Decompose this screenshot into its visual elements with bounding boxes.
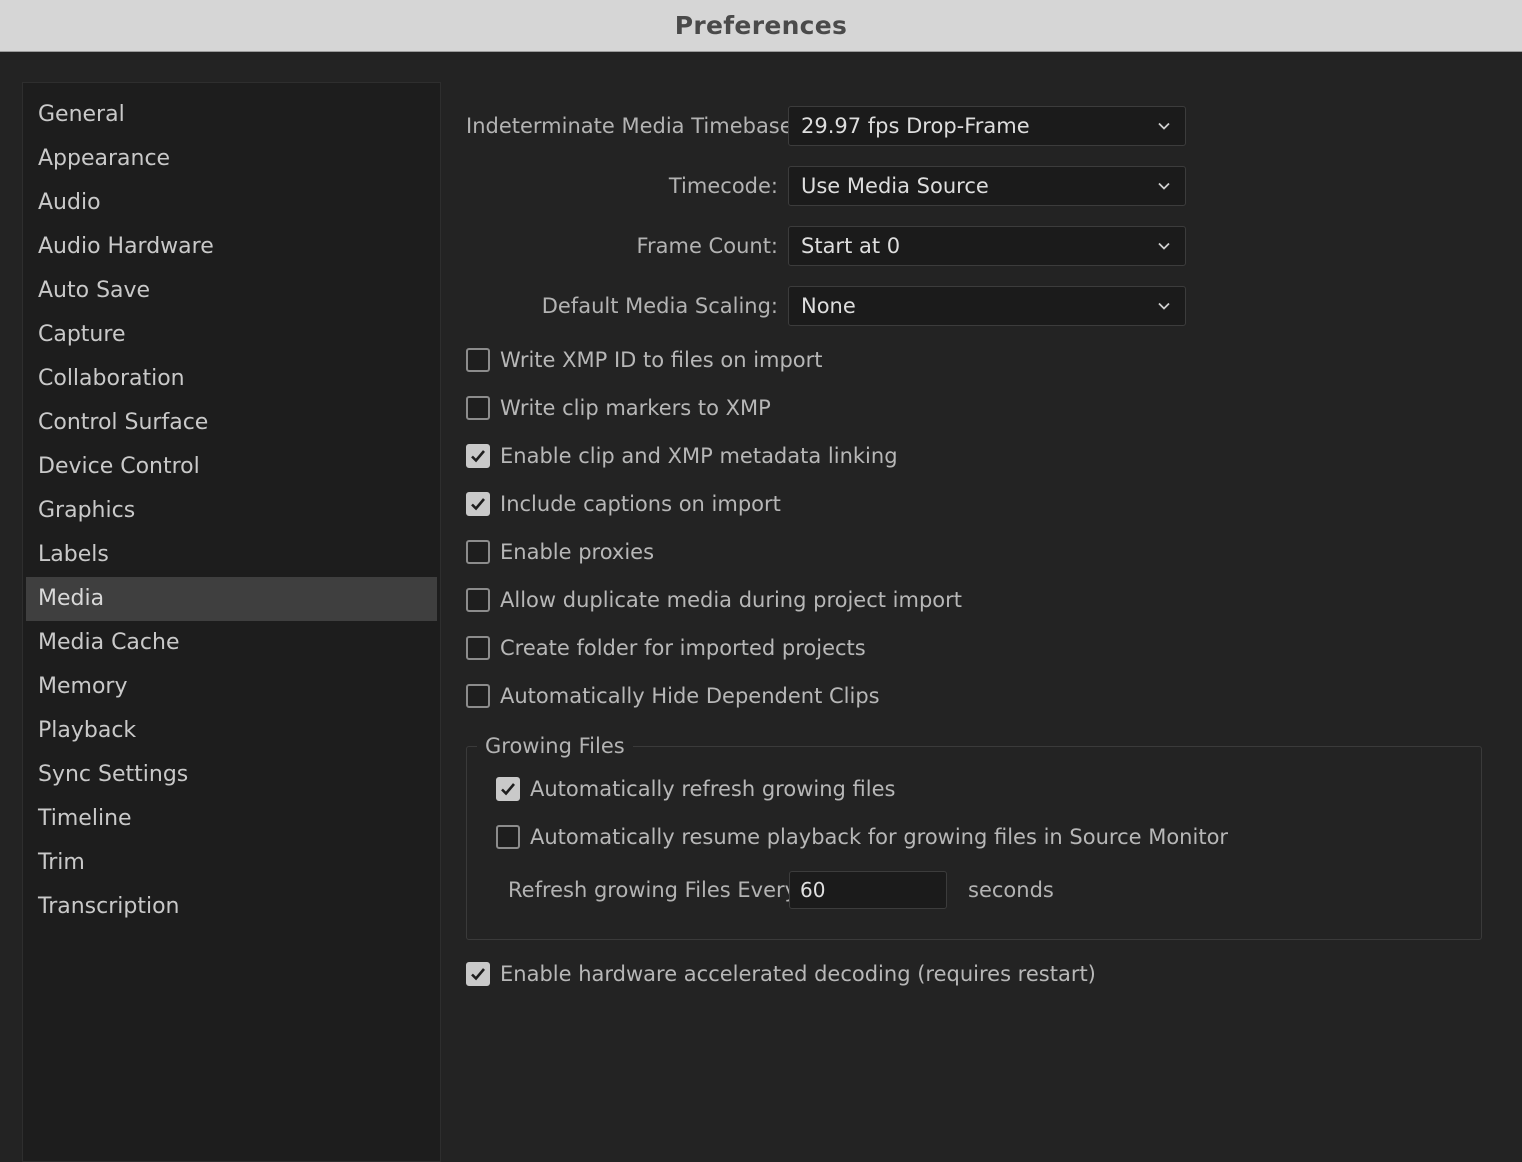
sidebar-item-graphics[interactable]: Graphics	[26, 489, 437, 533]
metadata-linking-checkbox-row[interactable]: Enable clip and XMP metadata linking	[466, 440, 898, 472]
auto-refresh-growing-checkbox-row[interactable]: Automatically refresh growing files	[496, 773, 895, 805]
sidebar-item-general[interactable]: General	[26, 93, 437, 137]
checkmark-icon	[501, 783, 515, 796]
frame-count-dropdown[interactable]: Start at 0	[788, 226, 1186, 266]
enable-proxies-checkbox-row[interactable]: Enable proxies	[466, 536, 654, 568]
sidebar-item-labels[interactable]: Labels	[26, 533, 437, 577]
refresh-interval-unit: seconds	[968, 878, 1054, 902]
hardware-decoding-label: Enable hardware accelerated decoding (re…	[500, 962, 1096, 986]
sidebar-item-control-surface[interactable]: Control Surface	[26, 401, 437, 445]
window-title: Preferences	[674, 11, 848, 40]
create-folder-label: Create folder for imported projects	[500, 636, 866, 660]
media-settings-panel: Indeterminate Media Timebase: 29.97 fps …	[466, 52, 1506, 1152]
media-scaling-row: Default Media Scaling: None	[466, 286, 1188, 326]
write-xmp-id-checkbox-row[interactable]: Write XMP ID to files on import	[466, 344, 823, 376]
checkmark-icon	[471, 498, 485, 511]
frame-count-label: Frame Count:	[636, 234, 778, 258]
sidebar-item-sync-settings[interactable]: Sync Settings	[26, 753, 437, 797]
preferences-window-body: General Appearance Audio Audio Hardware …	[0, 52, 1522, 1162]
sidebar-item-audio[interactable]: Audio	[26, 181, 437, 225]
sidebar-item-auto-save[interactable]: Auto Save	[26, 269, 437, 313]
write-xmp-id-label: Write XMP ID to files on import	[500, 348, 823, 372]
allow-duplicate-media-checkbox[interactable]	[466, 588, 490, 612]
write-xmp-id-checkbox[interactable]	[466, 348, 490, 372]
title-bar: Preferences	[0, 0, 1522, 52]
growing-files-legend: Growing Files	[477, 731, 633, 761]
create-folder-checkbox[interactable]	[466, 636, 490, 660]
growing-files-group: Growing Files Automatically refresh grow…	[466, 731, 1482, 940]
auto-resume-playback-checkbox-row[interactable]: Automatically resume playback for growin…	[496, 821, 1228, 853]
include-captions-checkbox[interactable]	[466, 492, 490, 516]
allow-duplicate-media-checkbox-row[interactable]: Allow duplicate media during project imp…	[466, 584, 962, 616]
timebase-label: Indeterminate Media Timebase:	[466, 114, 800, 138]
chevron-down-icon	[1158, 302, 1170, 310]
auto-refresh-growing-checkbox[interactable]	[496, 777, 520, 801]
auto-refresh-growing-label: Automatically refresh growing files	[530, 777, 896, 801]
media-scaling-dropdown[interactable]: None	[788, 286, 1186, 326]
sidebar-item-timeline[interactable]: Timeline	[26, 797, 437, 841]
timecode-label: Timecode:	[668, 174, 778, 198]
write-clip-markers-checkbox[interactable]	[466, 396, 490, 420]
include-captions-label: Include captions on import	[500, 492, 781, 516]
write-clip-markers-label: Write clip markers to XMP	[500, 396, 771, 420]
include-captions-checkbox-row[interactable]: Include captions on import	[466, 488, 781, 520]
write-clip-markers-checkbox-row[interactable]: Write clip markers to XMP	[466, 392, 771, 424]
chevron-down-icon	[1158, 242, 1170, 250]
timecode-dropdown[interactable]: Use Media Source	[788, 166, 1186, 206]
media-scaling-value: None	[801, 294, 856, 318]
sidebar-item-media[interactable]: Media	[26, 577, 437, 621]
create-folder-checkbox-row[interactable]: Create folder for imported projects	[466, 632, 866, 664]
sidebar-item-memory[interactable]: Memory	[26, 665, 437, 709]
allow-duplicate-media-label: Allow duplicate media during project imp…	[500, 588, 963, 612]
sidebar-item-capture[interactable]: Capture	[26, 313, 437, 357]
timecode-value: Use Media Source	[801, 174, 989, 198]
sidebar-item-collaboration[interactable]: Collaboration	[26, 357, 437, 401]
auto-resume-playback-checkbox[interactable]	[496, 825, 520, 849]
sidebar-item-playback[interactable]: Playback	[26, 709, 437, 753]
hide-dependent-clips-label: Automatically Hide Dependent Clips	[500, 684, 880, 708]
hide-dependent-clips-checkbox-row[interactable]: Automatically Hide Dependent Clips	[466, 680, 880, 712]
enable-proxies-checkbox[interactable]	[466, 540, 490, 564]
metadata-linking-checkbox[interactable]	[466, 444, 490, 468]
chevron-down-icon	[1158, 182, 1170, 190]
timebase-dropdown[interactable]: 29.97 fps Drop-Frame	[788, 106, 1186, 146]
sidebar-item-transcription[interactable]: Transcription	[26, 885, 437, 929]
refresh-interval-label: Refresh growing Files Every	[508, 878, 798, 902]
auto-resume-playback-label: Automatically resume playback for growin…	[530, 825, 1229, 849]
metadata-linking-label: Enable clip and XMP metadata linking	[500, 444, 898, 468]
hardware-decoding-checkbox-row[interactable]: Enable hardware accelerated decoding (re…	[466, 958, 1096, 990]
sidebar-item-appearance[interactable]: Appearance	[26, 137, 437, 181]
preferences-sidebar: General Appearance Audio Audio Hardware …	[22, 82, 441, 1162]
frame-count-row: Frame Count: Start at 0	[466, 226, 1188, 266]
media-scaling-label: Default Media Scaling:	[541, 294, 778, 318]
checkmark-icon	[471, 450, 485, 463]
hide-dependent-clips-checkbox[interactable]	[466, 684, 490, 708]
timecode-row: Timecode: Use Media Source	[466, 166, 1188, 206]
sidebar-item-device-control[interactable]: Device Control	[26, 445, 437, 489]
checkmark-icon	[471, 968, 485, 981]
timebase-value: 29.97 fps Drop-Frame	[801, 114, 1030, 138]
sidebar-item-trim[interactable]: Trim	[26, 841, 437, 885]
hardware-decoding-checkbox[interactable]	[466, 962, 490, 986]
frame-count-value: Start at 0	[801, 234, 901, 258]
sidebar-item-audio-hardware[interactable]: Audio Hardware	[26, 225, 437, 269]
timebase-row: Indeterminate Media Timebase: 29.97 fps …	[466, 106, 1188, 146]
enable-proxies-label: Enable proxies	[500, 540, 655, 564]
sidebar-item-media-cache[interactable]: Media Cache	[26, 621, 437, 665]
refresh-interval-input[interactable]	[789, 871, 947, 909]
chevron-down-icon	[1158, 122, 1170, 130]
